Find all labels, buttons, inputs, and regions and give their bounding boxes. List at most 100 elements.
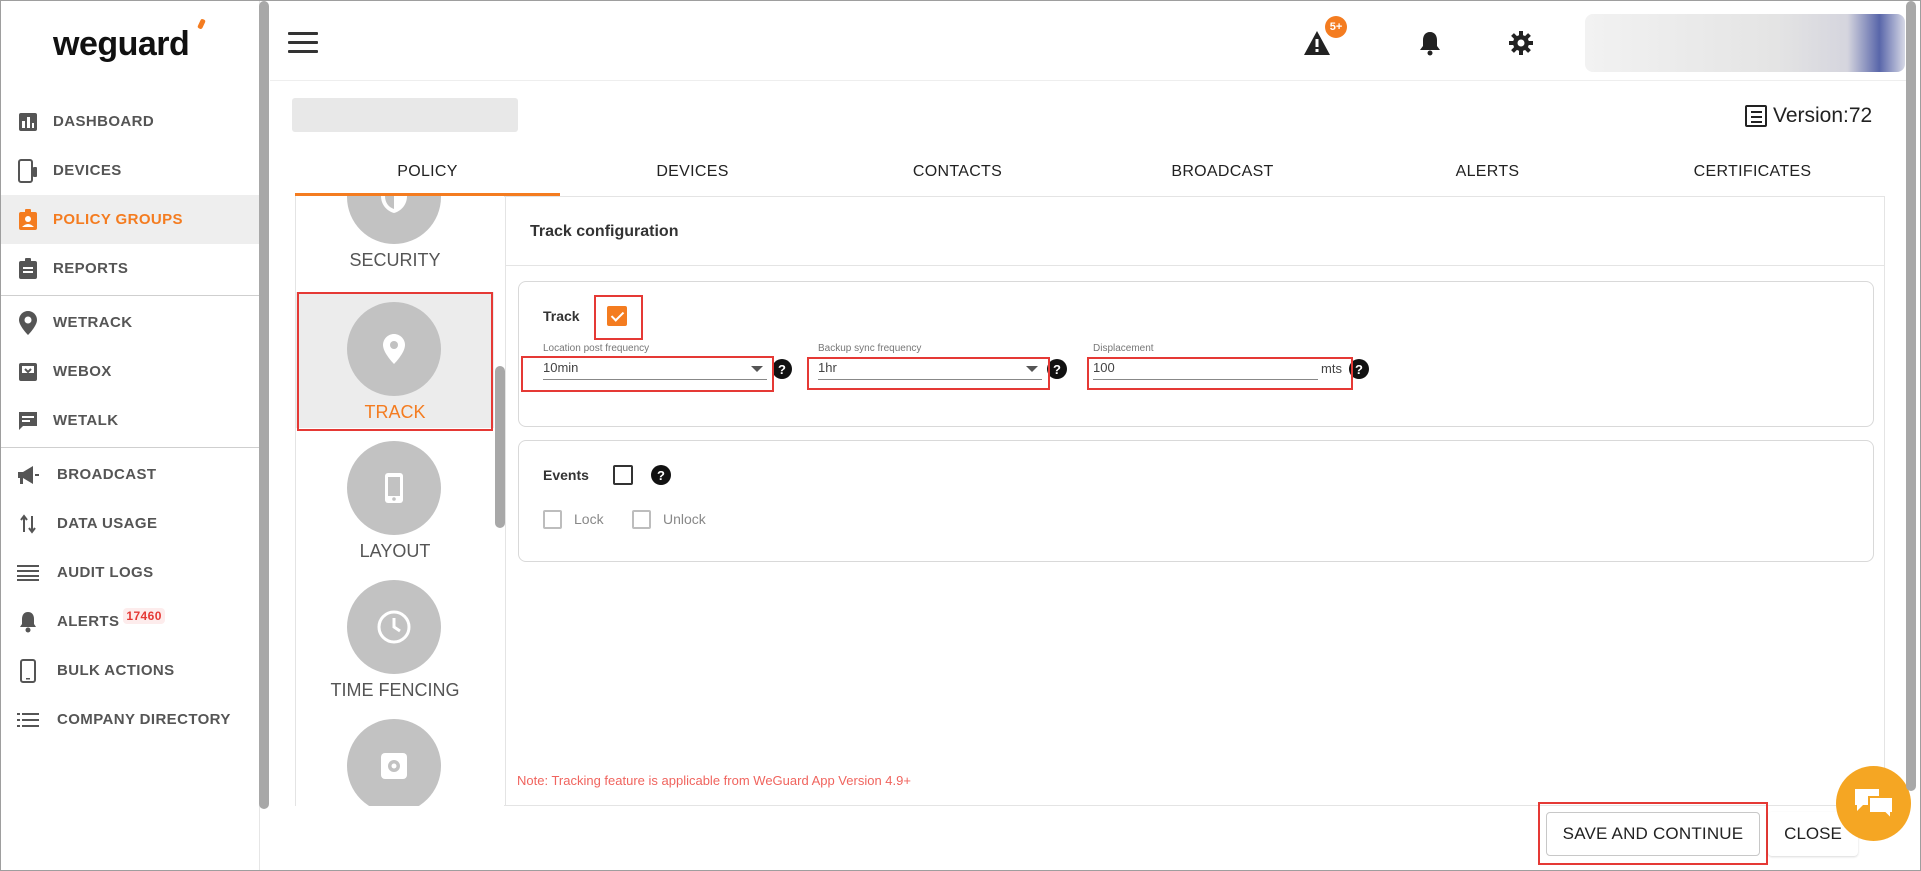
list-icon: [15, 707, 41, 733]
weguard-logo: weguard: [53, 18, 206, 64]
sidebar-item-label: DASHBOARD: [53, 113, 155, 130]
policy-section-nav: SECURITY TRACK LAYOUT TIME FENCING: [296, 196, 504, 806]
sidebar-item-label: WETRACK: [53, 314, 133, 331]
tab-certificates[interactable]: CERTIFICATES: [1620, 152, 1885, 196]
policy-nav-security[interactable]: SECURITY: [296, 196, 494, 276]
track-highlight: [297, 292, 493, 431]
sidebar-item-label: ALERTS: [57, 613, 120, 630]
sidebar-item-data-usage[interactable]: DATA USAGE: [1, 499, 259, 548]
location-post-frequency-highlight: [521, 356, 774, 392]
policy-tabs: POLICY DEVICES CONTACTS BROADCAST ALERTS…: [295, 152, 1885, 196]
sidebar-scrollbar[interactable]: [259, 1, 269, 809]
phone-icon: [347, 441, 441, 535]
sidebar-item-devices[interactable]: DEVICES: [1, 146, 259, 195]
version-list-icon: [1745, 105, 1767, 127]
sidebar-item-label: COMPANY DIRECTORY: [57, 711, 231, 728]
clipboard-icon: [15, 256, 41, 282]
displacement-highlight: [1087, 357, 1353, 390]
sidebar-item-reports[interactable]: REPORTS: [1, 244, 259, 293]
track-label: Track: [543, 308, 580, 324]
policy-nav-more[interactable]: [296, 709, 494, 806]
policy-nav-time-fencing[interactable]: TIME FENCING: [296, 570, 494, 706]
track-checkbox-highlight: [594, 295, 643, 340]
alerts-notification-badge: 5+: [1325, 16, 1347, 38]
sidebar: weguard DASHBOARD DEVICES POLICY GROUPS …: [1, 1, 260, 870]
help-icon[interactable]: ?: [1047, 359, 1067, 379]
tab-broadcast[interactable]: BROADCAST: [1090, 152, 1355, 196]
clock-icon: [347, 580, 441, 674]
tab-alerts[interactable]: ALERTS: [1355, 152, 1620, 196]
unlock-checkbox[interactable]: [632, 510, 651, 529]
sidebar-item-policy-groups[interactable]: POLICY GROUPS: [1, 195, 259, 244]
lines-icon: [15, 560, 41, 586]
section-title: Track configuration: [530, 223, 679, 240]
inbox-icon: [15, 359, 41, 385]
sidebar-item-company-directory[interactable]: COMPANY DIRECTORY: [1, 695, 259, 744]
sidebar-divider: [1, 295, 259, 296]
events-label: Events: [543, 467, 589, 483]
sidebar-item-label: BULK ACTIONS: [57, 662, 175, 679]
sidebar-divider: [1, 447, 259, 448]
megaphone-icon: [15, 462, 41, 488]
track-settings-card: [518, 281, 1874, 427]
section-divider: [506, 265, 1885, 266]
version-indicator: Version:72: [1745, 104, 1872, 128]
sidebar-item-bulk-actions[interactable]: BULK ACTIONS: [1, 646, 259, 695]
sidebar-item-wetrack[interactable]: WETRACK: [1, 298, 259, 347]
tab-contacts[interactable]: CONTACTS: [825, 152, 1090, 196]
chat-icon: [15, 408, 41, 434]
phone-tablet-icon: [15, 158, 41, 184]
sidebar-item-webox[interactable]: WEBOX: [1, 347, 259, 396]
sidebar-item-label: WETALK: [53, 412, 119, 429]
policy-nav-label: TIME FENCING: [330, 680, 460, 700]
shield-icon: [347, 196, 441, 244]
lock-label: Lock: [574, 511, 604, 527]
displacement-label: Displacement: [1093, 343, 1154, 354]
help-icon[interactable]: ?: [651, 465, 671, 485]
policy-nav-label: SECURITY: [349, 250, 441, 270]
save-button-highlight: [1538, 802, 1768, 865]
sidebar-item-label: POLICY GROUPS: [53, 211, 183, 228]
alert-bell-icon: [15, 609, 41, 635]
tracking-version-note: Note: Tracking feature is applicable fro…: [517, 773, 911, 788]
sidebar-item-alerts[interactable]: ALERTS 17460: [1, 597, 259, 646]
events-checkbox[interactable]: [613, 465, 633, 485]
gear-icon[interactable]: [1506, 28, 1536, 58]
help-icon[interactable]: ?: [772, 359, 792, 379]
user-profile-menu[interactable]: [1585, 14, 1905, 72]
policy-nav-divider: [505, 196, 506, 806]
policy-nav-scrollbar[interactable]: [495, 366, 505, 528]
sidebar-item-label: BROADCAST: [57, 466, 157, 483]
phone-icon: [15, 658, 41, 684]
unlock-label: Unlock: [663, 511, 706, 527]
chat-bubbles-icon: [1854, 788, 1894, 821]
settings-app-icon: [347, 719, 441, 806]
alerts-count-badge: 17460: [123, 607, 165, 624]
tab-policy[interactable]: POLICY: [295, 152, 560, 196]
hamburger-menu-button[interactable]: [288, 32, 318, 56]
bar-chart-icon: [15, 109, 41, 135]
header-divider: [270, 80, 1910, 81]
sidebar-item-label: DEVICES: [53, 162, 122, 179]
backup-sync-frequency-highlight: [807, 357, 1050, 390]
chat-support-button[interactable]: [1836, 766, 1911, 841]
policy-name-redacted: [292, 98, 518, 132]
sidebar-item-label: AUDIT LOGS: [57, 564, 154, 581]
lock-checkbox[interactable]: [543, 510, 562, 529]
events-settings-card: [518, 440, 1874, 562]
bell-icon[interactable]: [1415, 28, 1445, 58]
sidebar-item-wetalk[interactable]: WETALK: [1, 396, 259, 445]
policy-nav-layout[interactable]: LAYOUT: [296, 431, 494, 567]
page-scrollbar[interactable]: [1906, 1, 1916, 791]
sidebar-item-broadcast[interactable]: BROADCAST: [1, 450, 259, 499]
sidebar-item-dashboard[interactable]: DASHBOARD: [1, 97, 259, 146]
location-post-frequency-label: Location post frequency: [543, 343, 650, 354]
version-label: Version:72: [1773, 104, 1873, 127]
policy-nav-label: LAYOUT: [359, 541, 431, 561]
sidebar-item-audit-logs[interactable]: AUDIT LOGS: [1, 548, 259, 597]
backup-sync-frequency-label: Backup sync frequency: [818, 343, 922, 354]
tab-devices[interactable]: DEVICES: [560, 152, 825, 196]
sidebar-item-label: REPORTS: [53, 260, 129, 277]
location-pin-icon: [15, 310, 41, 336]
sidebar-nav: DASHBOARD DEVICES POLICY GROUPS REPORTS …: [1, 97, 259, 744]
